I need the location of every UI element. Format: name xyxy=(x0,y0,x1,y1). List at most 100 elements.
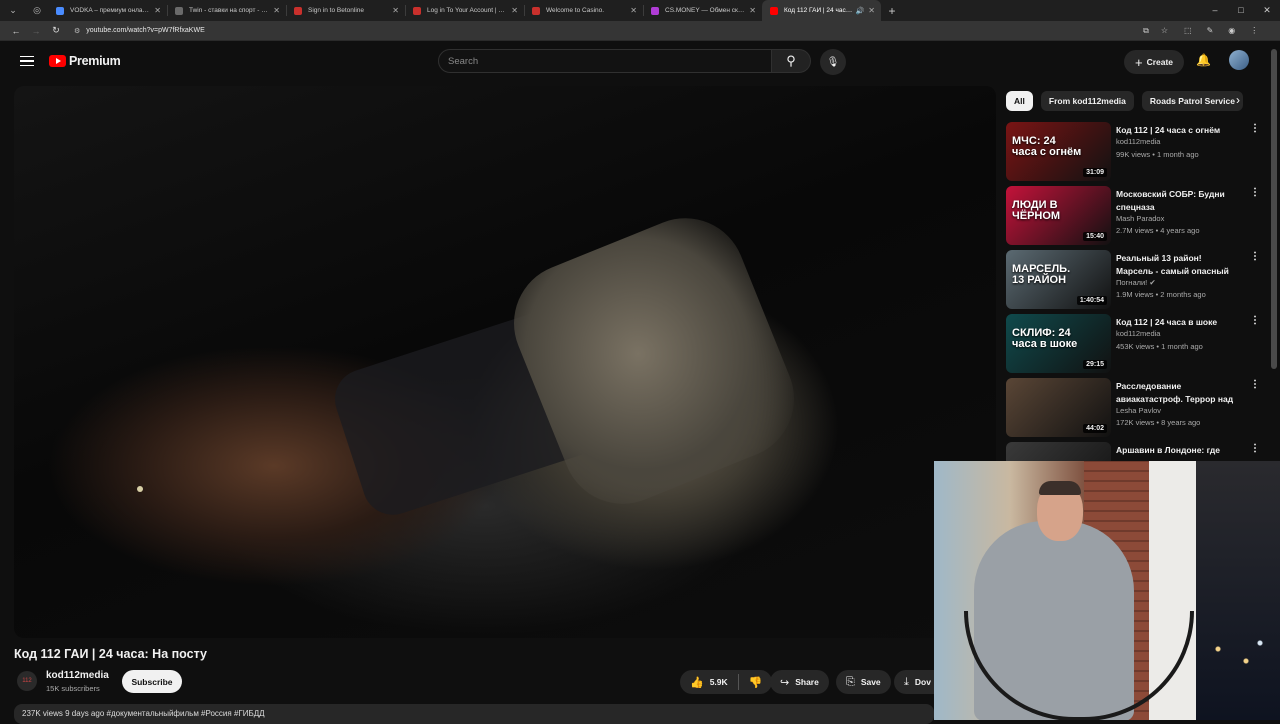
tab-close-icon[interactable]: ✕ xyxy=(273,6,280,15)
video-thumbnail[interactable]: МЧС: 24 часа с огнём 31:09 xyxy=(1006,122,1111,181)
more-actions-icon[interactable]: ⋮ xyxy=(1250,124,1260,134)
recommended-channel-name[interactable]: Mash Paradox xyxy=(1116,214,1164,223)
maximize-icon[interactable]: □ xyxy=(1228,5,1254,16)
browser-tab[interactable]: Код 112 ГАИ | 24 часа: На🔊✕ xyxy=(762,0,881,21)
filter-chip[interactable]: All xyxy=(1006,91,1033,111)
recommended-title[interactable]: Код 112 | 24 часа в шоке xyxy=(1116,316,1241,329)
recommended-channel[interactable]: Погнали! ✔ xyxy=(1116,278,1156,287)
more-actions-icon[interactable]: ⋮ xyxy=(1250,252,1260,262)
recommended-channel[interactable]: kod112media xyxy=(1116,137,1160,146)
recommended-title[interactable]: Код 112 | 24 часа с огнём xyxy=(1116,124,1241,137)
search-icon[interactable]: ⚲ xyxy=(772,49,811,73)
tab-search-icon[interactable]: ⌄ xyxy=(0,0,26,21)
like-dislike-group: 👍 5.9K 👎 xyxy=(680,670,773,694)
webcam-person-hair xyxy=(1039,481,1081,495)
video-duration: 44:02 xyxy=(1083,424,1107,433)
recommended-channel-name[interactable]: Погнали! xyxy=(1116,278,1147,287)
recommended-title[interactable]: Реальный 13 район! Марсель - самый опасн… xyxy=(1116,252,1241,277)
open-in-app-icon[interactable]: ⧉ xyxy=(1143,26,1149,36)
tab-favicon-icon xyxy=(413,6,421,15)
recommended-title[interactable]: Московский СОБР: Будни спецназа xyxy=(1116,188,1241,213)
recommended-channel-name[interactable]: kod112media xyxy=(1116,137,1160,146)
tab-close-icon[interactable]: ✕ xyxy=(392,6,399,15)
recommended-video[interactable]: СКЛИФ: 24 часа в шоке 29:15 Код 112 | 24 ч… xyxy=(1006,314,1260,374)
recommended-channel[interactable]: Lesha Pavlov xyxy=(1116,406,1161,415)
new-tab-button[interactable]: + xyxy=(881,4,903,18)
browser-menu-icon[interactable]: ⋮ xyxy=(1250,26,1258,35)
tab-close-icon[interactable]: ✕ xyxy=(511,6,518,15)
tab-close-icon[interactable]: ✕ xyxy=(630,6,637,15)
browser-tab[interactable]: CS.MONEY — Обмен скинов С✕ xyxy=(643,0,762,21)
notifications-bell-icon[interactable]: 🔔 xyxy=(1196,53,1211,67)
more-actions-icon[interactable]: ⋮ xyxy=(1250,316,1260,326)
recommended-video[interactable]: ЛЮДИ В ЧЁРНОМ 15:40 Московский СОБР: Будни… xyxy=(1006,186,1260,246)
share-button[interactable]: ↪ Share xyxy=(770,670,829,694)
recommended-video[interactable]: МАРСЕЛЬ. 13 РАЙОН 1:40:54 Реальный 13 райо… xyxy=(1006,250,1260,310)
video-thumbnail[interactable]: ЛЮДИ В ЧЁРНОМ 15:40 xyxy=(1006,186,1111,245)
recommended-video[interactable]: МЧС: 24 часа с огнём 31:09 Код 112 | 24 ча… xyxy=(1006,122,1260,182)
close-window-icon[interactable]: ✕ xyxy=(1254,5,1280,16)
thumbnail-text: СКЛИФ: 24 часа в шоке xyxy=(1012,327,1078,350)
browser-tab[interactable]: Twin - ставки на спорт - 5764 ✕ xyxy=(167,0,286,21)
tab-title: VODKA – премиум онлайн-ка xyxy=(70,7,151,14)
description-box[interactable]: 237K views 9 days ago #документальныйфил… xyxy=(14,704,934,724)
download-label: Dov xyxy=(914,677,931,687)
more-actions-icon[interactable]: ⋮ xyxy=(1250,444,1260,454)
account-avatar[interactable] xyxy=(1229,50,1249,70)
extensions-icon[interactable]: ⬚ xyxy=(1184,26,1192,35)
recommended-meta: 99K views • 1 month ago xyxy=(1116,150,1199,159)
recommended-channel[interactable]: Mash Paradox xyxy=(1116,214,1164,223)
thumbs-down-icon[interactable]: 👎 xyxy=(749,676,763,689)
like-count[interactable]: 5.9K xyxy=(710,677,728,687)
browser-tab[interactable]: Welcome to Casino. ✕ xyxy=(524,0,643,21)
browser-tab[interactable]: VODKA – премиум онлайн-ка ✕ xyxy=(48,0,167,21)
recommended-channel-name[interactable]: Lesha Pavlov xyxy=(1116,406,1161,415)
site-info-icon[interactable]: ⚙ xyxy=(74,27,80,35)
more-actions-icon[interactable]: ⋮ xyxy=(1250,188,1260,198)
save-button[interactable]: ⎘ Save xyxy=(836,670,891,694)
recommended-video[interactable]: 44:02 Расследование авиакатастроф. Террор… xyxy=(1006,378,1260,438)
profile-icon[interactable]: ◉ xyxy=(1228,26,1235,35)
tab-favicon-icon xyxy=(770,6,778,15)
bookmark-star-icon[interactable]: ☆ xyxy=(1161,26,1168,36)
more-actions-icon[interactable]: ⋮ xyxy=(1250,380,1260,390)
youtube-logo[interactable]: Premium xyxy=(49,54,121,68)
video-thumbnail[interactable]: СКЛИФ: 24 часа в шоке 29:15 xyxy=(1006,314,1111,373)
tab-group-icon[interactable]: ◎ xyxy=(26,0,48,21)
video-player[interactable] xyxy=(14,86,996,638)
browser-tab[interactable]: Log in To Your Account | BetOn ✕ xyxy=(405,0,524,21)
channel-avatar[interactable]: 112 xyxy=(17,671,37,691)
tab-close-icon[interactable]: ✕ xyxy=(868,6,875,15)
url-text[interactable]: youtube.com/watch?v=pW7fRfxaKWE xyxy=(86,27,204,34)
subscribe-button[interactable]: Subscribe xyxy=(122,670,182,693)
search-input[interactable]: Search xyxy=(438,49,772,73)
tab-favicon-icon xyxy=(56,6,64,15)
reload-icon[interactable]: ↻ xyxy=(46,25,66,36)
video-thumbnail[interactable]: 44:02 xyxy=(1006,378,1111,437)
video-thumbnail[interactable]: МАРСЕЛЬ. 13 РАЙОН 1:40:54 xyxy=(1006,250,1111,309)
chevron-right-icon[interactable]: › xyxy=(1236,93,1240,107)
recommended-channel-name[interactable]: kod112media xyxy=(1116,329,1160,338)
pen-icon[interactable]: ✎ xyxy=(1207,26,1214,35)
menu-icon[interactable] xyxy=(20,55,34,67)
forward-icon[interactable]: → xyxy=(26,26,46,36)
video-frame-glove xyxy=(495,200,813,522)
recommended-channel[interactable]: kod112media xyxy=(1116,329,1160,338)
browser-tab[interactable]: Sign in to Betonline ✕ xyxy=(286,0,405,21)
tab-close-icon[interactable]: ✕ xyxy=(154,6,161,15)
filter-chip[interactable]: Roads Patrol Service xyxy=(1141,91,1243,111)
recommended-title[interactable]: Расследование авиакатастроф. Террор над … xyxy=(1116,380,1241,405)
channel-name[interactable]: kod112media xyxy=(46,670,109,681)
tab-audio-icon[interactable]: 🔊 xyxy=(856,7,865,15)
tab-favicon-icon xyxy=(294,6,302,15)
create-button[interactable]: + Create xyxy=(1124,50,1184,74)
minimize-icon[interactable]: – xyxy=(1202,5,1228,16)
tab-close-icon[interactable]: ✕ xyxy=(749,6,756,15)
back-icon[interactable]: ← xyxy=(6,26,26,36)
url-bar[interactable]: ⚙ youtube.com/watch?v=pW7fRfxaKWE ⧉ ☆ xyxy=(70,23,1174,38)
microphone-icon[interactable]: 🎙 xyxy=(820,49,846,75)
filter-chips: All From kod112media Roads Patrol Service xyxy=(1006,91,1256,111)
thumbnail-text: МЧС: 24 часа с огнём xyxy=(1012,135,1082,158)
filter-chip[interactable]: From kod112media xyxy=(1040,91,1134,111)
thumbs-up-icon[interactable]: 👍 xyxy=(690,676,704,689)
